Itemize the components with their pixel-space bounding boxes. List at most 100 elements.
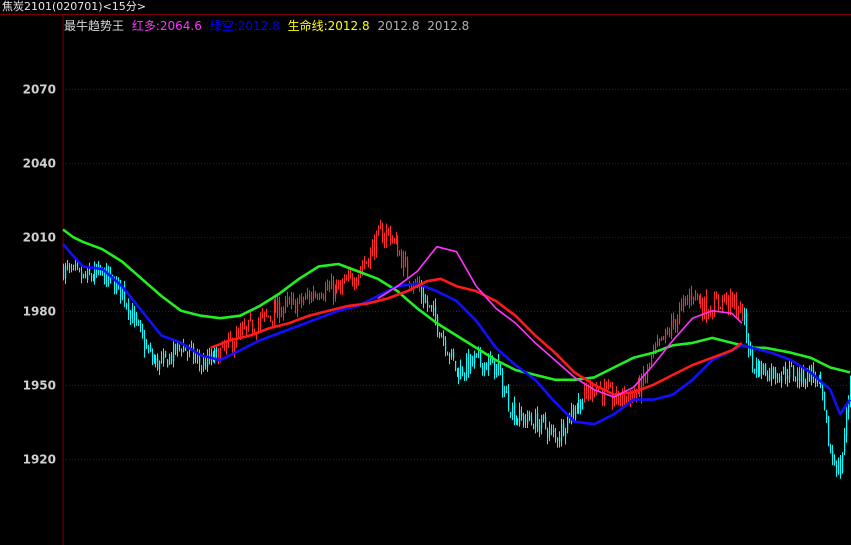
candle-body [372,243,374,251]
candlestick-chart[interactable]: 1920 1950 1980 2010 2040 2070 [0,0,851,545]
candle-body [305,294,307,299]
candle-body [120,280,122,297]
candle-body [397,239,399,257]
candle-body [342,283,344,288]
candle-body [657,341,659,346]
candle-body [279,302,281,318]
candle-body [791,365,793,367]
candle-body [407,259,409,279]
candle-body [425,300,427,303]
y-tick-label: 1920 [23,453,56,467]
candle-body [199,356,201,365]
candle-body [785,368,787,379]
candle-body [386,230,388,241]
candle-body [451,350,453,357]
candle-body [537,412,539,432]
candle-body [67,265,69,267]
candle-body [752,347,754,366]
candle-body [106,267,108,286]
candle-body [649,363,651,365]
candle-body [362,266,364,269]
candle-body [157,355,159,369]
candle-body [586,387,588,393]
candle-body [779,375,781,381]
candle-body [150,346,152,351]
candle-body [801,367,803,384]
candle-body [575,411,577,419]
candle-body [561,423,563,441]
candle-body [134,313,136,321]
candle-body [388,228,390,230]
candle-body [287,297,289,301]
candle-body [181,350,183,352]
candle-body [539,424,541,433]
candle-body [392,238,394,240]
candle-body [376,231,378,258]
candle-body [718,297,720,306]
candle-body [761,363,763,374]
candle-body [716,296,718,300]
candle-body [327,284,329,290]
candle-body [486,363,488,371]
candle-body [685,298,687,301]
candle-body [693,297,695,302]
candle-body [476,353,478,356]
candle-body [114,281,116,293]
candle-body [527,412,529,425]
candle-body [136,313,138,321]
candle-body [128,303,130,315]
candle-body [75,264,77,267]
candle-body [697,293,699,298]
candle-body [368,258,370,266]
candle-body [687,299,689,301]
candle-body [592,384,594,396]
candle-body [567,416,569,431]
candle-body [500,367,502,371]
candle-body [494,360,496,376]
candle-body [525,420,527,422]
candle-body [216,348,218,353]
candle-body [512,405,514,414]
candle-body [248,320,250,330]
candle-body [732,292,734,301]
candle-body [299,296,301,301]
candle-body [598,388,600,391]
y-axis: 1920 1950 1980 2010 2040 2070 [23,83,56,467]
candle-body [506,392,508,394]
candle-body [77,263,79,268]
candle-body [159,360,161,370]
candle-body [250,317,252,320]
candle-body [307,294,309,296]
candle-body [462,368,464,374]
candle-body [474,355,476,363]
candle-body [563,422,565,436]
candle-body [793,367,795,378]
candle-body [411,285,413,287]
candle-body [659,338,661,342]
candle-body [840,459,842,476]
candle-body [453,351,455,359]
candle-body [681,303,683,307]
candle-body [636,392,638,400]
candle-body [155,357,157,364]
y-tick-label: 1980 [23,305,56,319]
candle-body [423,293,425,304]
candle-body [822,387,824,394]
candle-body [144,337,146,351]
candle-body [578,399,580,409]
candle-body [759,361,761,377]
candle-body [746,313,748,338]
candle-body [321,294,323,297]
candle-body [639,380,641,396]
candle-body [91,275,93,279]
candle-body [606,386,608,388]
candle-body [777,378,779,380]
candle-body [482,363,484,372]
candle-body [350,270,352,275]
candle-body [171,353,173,362]
candle-body [508,391,510,411]
candle-body [433,307,435,312]
candle-body [87,269,89,281]
candle-body [797,370,799,382]
candle-body [258,322,260,331]
